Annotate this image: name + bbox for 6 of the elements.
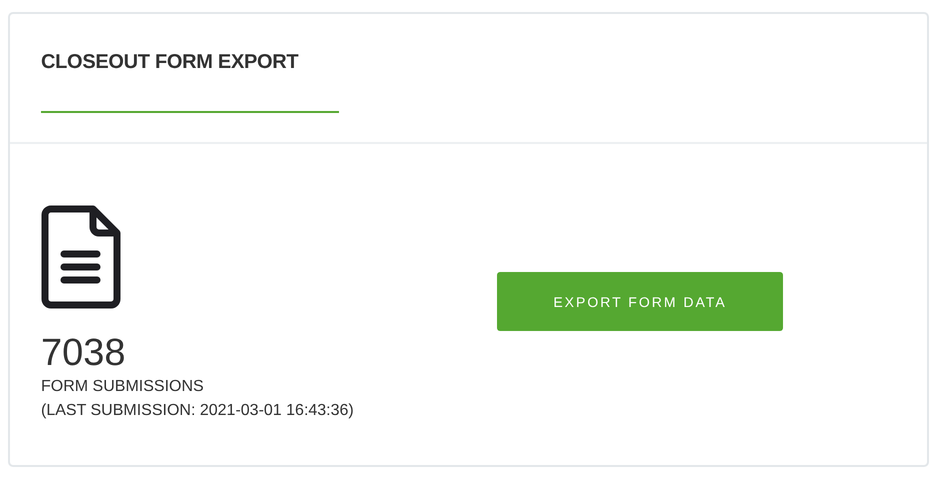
card-title: CLOSEOUT FORM EXPORT [41,51,300,74]
submission-count: 7038 [41,331,127,375]
export-button[interactable]: EXPORT FORM DATA [497,272,783,331]
count-label: FORM SUBMISSIONS [41,377,205,397]
document-icon [41,205,121,309]
last-submission-text: (LAST SUBMISSION: 2021-03-01 16:43:36) [41,401,355,421]
